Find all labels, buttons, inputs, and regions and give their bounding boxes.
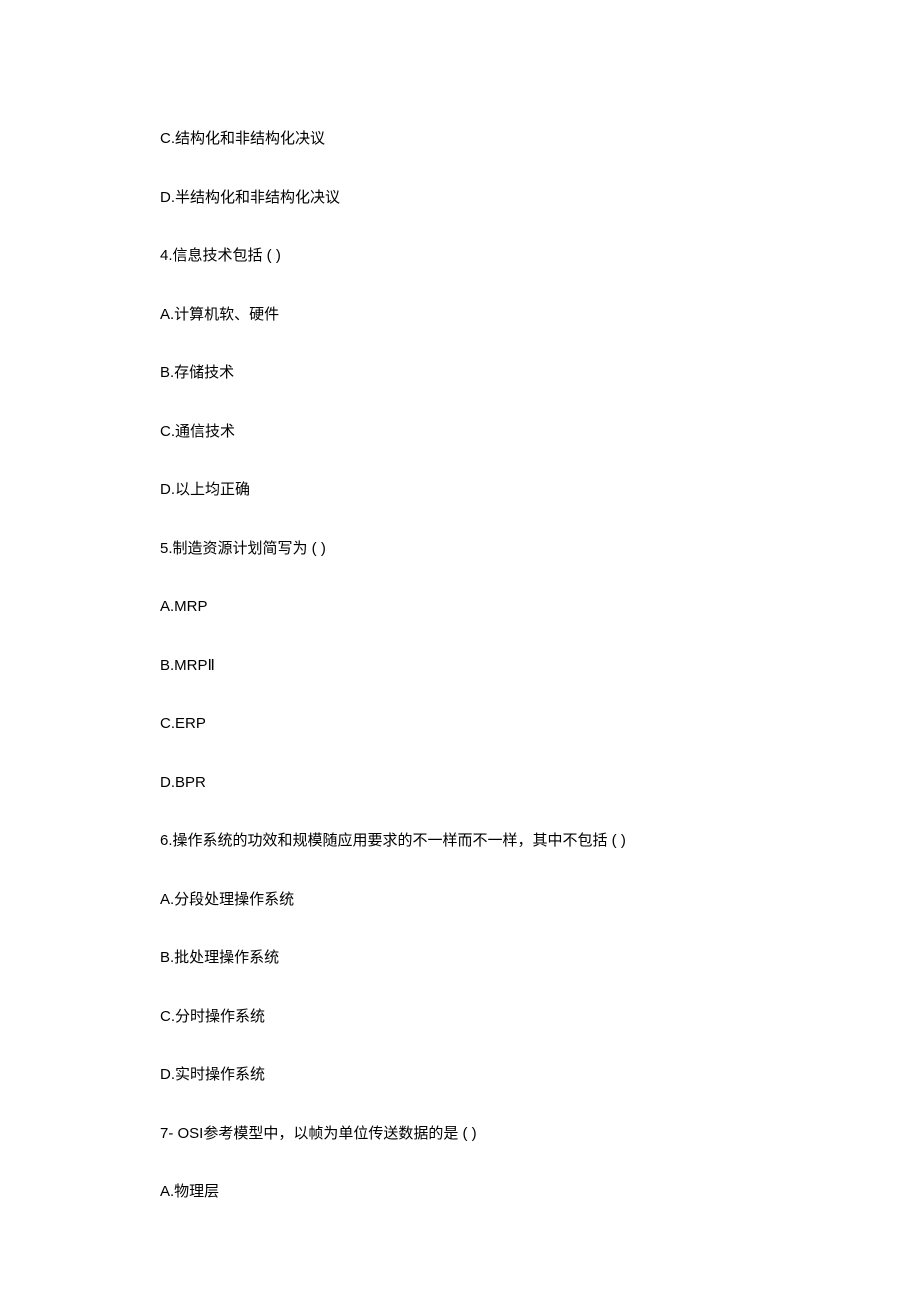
option-line: B.存储技术: [160, 362, 920, 385]
option-line: D.以上均正确: [160, 479, 920, 502]
option-line: A.计算机软、硬件: [160, 304, 920, 327]
option-line: C.ERP: [160, 713, 920, 736]
option-line: D.半结构化和非结构化决议: [160, 187, 920, 210]
option-line: D.实时操作系统: [160, 1064, 920, 1087]
option-line: D.BPR: [160, 772, 920, 795]
option-line: A.分段处理操作系统: [160, 889, 920, 912]
option-line: C.分时操作系统: [160, 1006, 920, 1029]
option-line: B.MRPⅡ: [160, 655, 920, 678]
question-line: 4.信息技术包括 ( ): [160, 245, 920, 268]
document-content: C.结构化和非结构化决议 D.半结构化和非结构化决议 4.信息技术包括 ( ) …: [160, 128, 920, 1204]
option-line: C.结构化和非结构化决议: [160, 128, 920, 151]
question-line: 7- OSI参考模型中，以帧为单位传送数据的是 ( ): [160, 1123, 920, 1146]
option-line: A.MRP: [160, 596, 920, 619]
option-line: A.物理层: [160, 1181, 920, 1204]
option-line: B.批处理操作系统: [160, 947, 920, 970]
option-line: C.通信技术: [160, 421, 920, 444]
question-line: 6.操作系统的功效和规模随应用要求的不一样而不一样，其中不包括 ( ): [160, 830, 920, 853]
question-line: 5.制造资源计划简写为 ( ): [160, 538, 920, 561]
